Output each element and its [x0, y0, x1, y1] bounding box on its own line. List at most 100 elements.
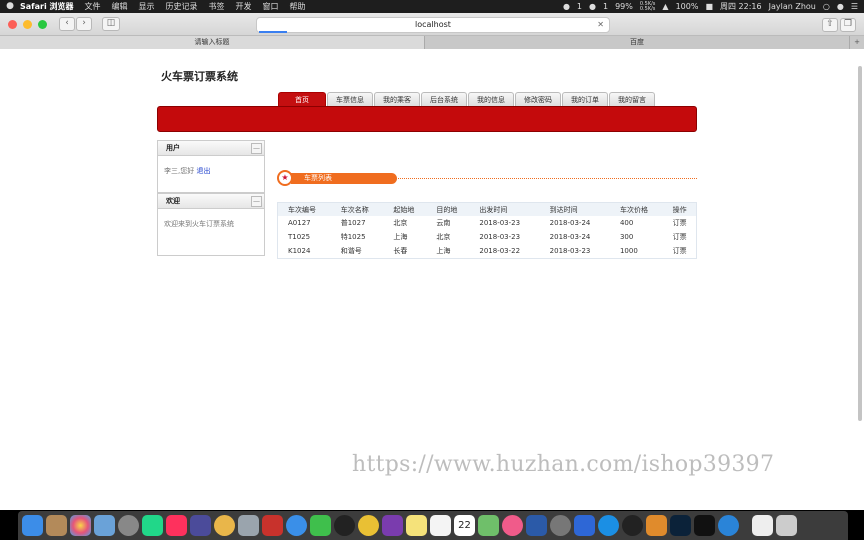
menu-edit[interactable]: 编辑	[112, 0, 128, 13]
redis-icon[interactable]	[262, 515, 283, 536]
nav-tickets[interactable]: 车票信息	[327, 92, 373, 107]
trash-icon[interactable]	[776, 515, 797, 536]
prefs-icon[interactable]	[550, 515, 571, 536]
forward-button[interactable]: ›	[76, 17, 92, 31]
music-icon[interactable]	[502, 515, 523, 536]
siri-icon[interactable]: ●	[837, 0, 844, 13]
calendar-icon[interactable]: 22	[454, 515, 475, 536]
apple-menu-icon[interactable]: ●	[0, 0, 20, 13]
tab-baidu[interactable]: 百度	[425, 36, 850, 49]
nav-admin[interactable]: 后台系统	[421, 92, 467, 107]
sublime2-icon[interactable]	[646, 515, 667, 536]
net-down: 0.5K/s	[639, 5, 656, 12]
user-greeting: 李三,您好	[164, 167, 195, 175]
sequel-icon[interactable]	[214, 515, 235, 536]
menu-help[interactable]: 帮助	[290, 0, 306, 13]
word-icon[interactable]	[526, 515, 547, 536]
menu-file[interactable]: 文件	[85, 0, 101, 13]
nav-change-password[interactable]: 修改密码	[515, 92, 561, 107]
address-bar[interactable]: localhost ✕	[256, 17, 610, 33]
mac-menubar: ● Safari 浏览器 文件 编辑 显示 历史记录 书签 开发 窗口 帮助 ●…	[0, 0, 864, 13]
nav-my-messages[interactable]: 我的留言	[609, 92, 655, 107]
cell-origin: 上海	[393, 233, 408, 241]
wechat-icon[interactable]	[310, 515, 331, 536]
spotlight-icon[interactable]: ○	[823, 0, 830, 13]
launchpad-icon[interactable]	[118, 515, 139, 536]
menu-app-name[interactable]: Safari 浏览器	[20, 0, 74, 13]
safari-icon[interactable]	[286, 515, 307, 536]
book-ticket-link[interactable]: 订票	[663, 244, 696, 258]
menu-view[interactable]: 显示	[139, 0, 155, 13]
wechat-count: 1	[603, 2, 609, 11]
cell-destination: 云南	[436, 219, 451, 227]
wifi-icon[interactable]: ▲	[662, 0, 668, 13]
cell-price: 1000	[619, 247, 638, 255]
stop-loading-icon[interactable]: ✕	[597, 18, 604, 32]
welcome-box-minimize-button[interactable]: —	[251, 196, 262, 207]
sidebar-toggle-icon[interactable]: ◫	[102, 17, 120, 31]
logout-link[interactable]: 退出	[196, 167, 210, 175]
nav-home[interactable]: 首页	[278, 92, 326, 107]
nav-my-orders[interactable]: 我的订单	[562, 92, 608, 107]
nav-my-info[interactable]: 我的信息	[468, 92, 514, 107]
user-name[interactable]: Jaylan Zhou	[769, 0, 816, 13]
zoom-window-button[interactable]	[38, 19, 47, 29]
section-divider	[398, 178, 697, 179]
nav-passengers[interactable]: 我的乘客	[374, 92, 420, 107]
page-scrollbar[interactable]	[858, 66, 862, 421]
disk-icon[interactable]	[238, 515, 259, 536]
rp-icon[interactable]	[382, 515, 403, 536]
menu-history[interactable]: 历史记录	[166, 0, 198, 13]
flag-icon[interactable]: ■	[705, 0, 713, 13]
menu-develop[interactable]: 开发	[236, 0, 252, 13]
reminders-icon[interactable]	[430, 515, 451, 536]
sublime-icon[interactable]	[190, 515, 211, 536]
back-button[interactable]: ‹	[59, 17, 75, 31]
menu-window[interactable]: 窗口	[263, 0, 279, 13]
bell-icon[interactable]: ●	[563, 0, 570, 13]
finder-icon[interactable]	[22, 515, 43, 536]
tab-bar: 请输入标题 百度 +	[0, 36, 864, 49]
user-box-minimize-button[interactable]: —	[251, 143, 262, 154]
ps-icon[interactable]	[670, 515, 691, 536]
tab-untitled[interactable]: 请输入标题	[0, 36, 425, 49]
book-ticket-link[interactable]: 订票	[663, 230, 696, 244]
menu-bookmarks[interactable]: 书签	[209, 0, 225, 13]
user-box-header: 用户 —	[158, 141, 264, 156]
notification-center-icon[interactable]: ☰	[851, 0, 858, 13]
menubar-status-area: ● 1 ● 1 99% 0.5K/s 0.5K/s ▲ 100% ■ 周四 22…	[563, 0, 864, 13]
clock[interactable]: 周四 22:16	[720, 0, 762, 13]
col-depart-time: 出发时间	[469, 203, 540, 216]
notes2-icon[interactable]	[406, 515, 427, 536]
terminal-icon[interactable]	[694, 515, 715, 536]
intellij-icon[interactable]	[166, 515, 187, 536]
book-ticket-link[interactable]: 订票	[663, 216, 696, 230]
baidu-icon[interactable]	[574, 515, 595, 536]
minimize-window-button[interactable]	[23, 19, 32, 29]
photos-icon[interactable]	[70, 515, 91, 536]
cell-train-name: 普1027	[340, 219, 366, 227]
preview-icon[interactable]	[94, 515, 115, 536]
edge-icon[interactable]	[718, 515, 739, 536]
docs-icon[interactable]	[752, 515, 773, 536]
welcome-box: 欢迎 — 欢迎来到火车订票系统	[157, 193, 265, 256]
bell-count: 1	[576, 2, 583, 11]
teamviewer-icon[interactable]	[598, 515, 619, 536]
close-window-button[interactable]	[8, 19, 17, 29]
pycharm-icon[interactable]	[142, 515, 163, 536]
user-box-title: 用户	[166, 144, 180, 152]
wechat-icon[interactable]: ●	[589, 0, 596, 13]
chrome-icon[interactable]	[358, 515, 379, 536]
net-speed: 0.5K/s 0.5K/s	[639, 1, 656, 12]
table-row: K1024 和谐号 长春 上海 2018-03-22 2018-03-23 10…	[278, 244, 696, 258]
share-icon[interactable]: ⇧	[822, 18, 838, 32]
qq-icon[interactable]	[334, 515, 355, 536]
new-tab-button[interactable]: +	[850, 36, 864, 49]
qq2-icon[interactable]	[622, 515, 643, 536]
cell-arrive-time: 2018-03-23	[549, 247, 591, 255]
main-nav: 首页 车票信息 我的乘客 后台系统 我的信息 修改密码 我的订单 我的留言	[278, 92, 656, 107]
tabs-overview-icon[interactable]: ❐	[840, 18, 856, 32]
maps-icon[interactable]	[478, 515, 499, 536]
notes-icon[interactable]	[46, 515, 67, 536]
cell-train-id: K1024	[288, 247, 311, 255]
